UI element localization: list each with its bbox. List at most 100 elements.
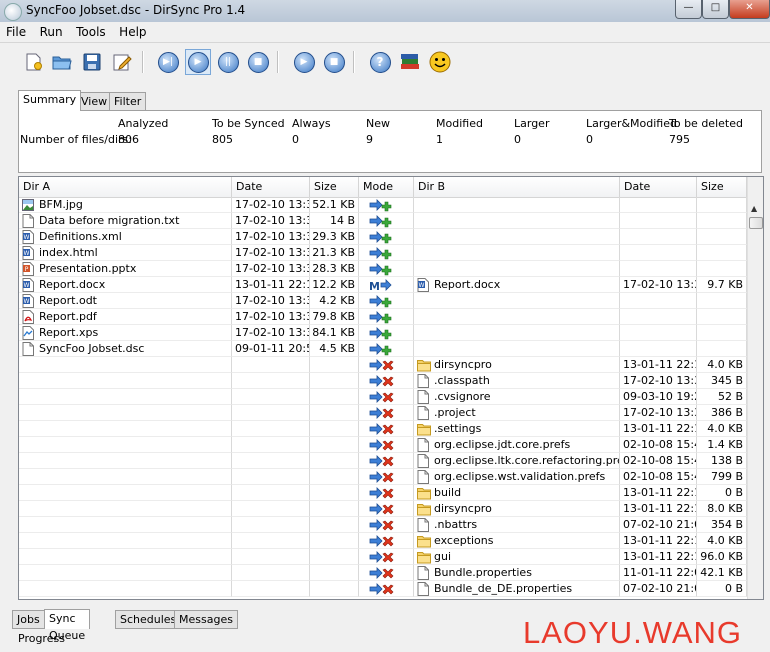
mode-cell[interactable] bbox=[359, 213, 414, 229]
mode-cell[interactable] bbox=[359, 549, 414, 565]
word-document-icon: W bbox=[22, 294, 34, 308]
table-row[interactable]: org.eclipse.jdt.core.prefs 02-10-08 15:48… bbox=[19, 437, 747, 453]
vertical-scrollbar[interactable]: ▲ bbox=[747, 177, 763, 599]
table-row[interactable]: W Definitions.xml 17-02-10 13:3129.3 KB bbox=[19, 229, 747, 245]
column-size-a[interactable]: Size bbox=[310, 177, 359, 197]
mode-cell[interactable] bbox=[359, 325, 414, 341]
mode-cell[interactable] bbox=[359, 501, 414, 517]
file-name: Data before migration.txt bbox=[39, 214, 180, 227]
minimize-button[interactable]: — bbox=[675, 0, 702, 19]
table-row[interactable]: dirsyncpro 13-01-11 22:128.0 KB bbox=[19, 501, 747, 517]
table-row[interactable]: .nbattrs 07-02-10 21:07354 B bbox=[19, 517, 747, 533]
table-row[interactable]: W Report.odt 17-02-10 13:314.2 KB bbox=[19, 293, 747, 309]
scroll-up-icon[interactable]: ▲ bbox=[751, 204, 757, 213]
tab-schedules[interactable]: Schedules bbox=[115, 610, 182, 629]
summary-header: Analyzed bbox=[118, 117, 169, 130]
folder-icon bbox=[417, 502, 431, 516]
size-a-cell: 79.8 KB bbox=[310, 309, 359, 325]
mode-cell[interactable] bbox=[359, 485, 414, 501]
new-jobset-button[interactable] bbox=[21, 50, 45, 74]
size-a-cell bbox=[310, 501, 359, 517]
table-row[interactable]: Data before migration.txt 17-02-10 13:311… bbox=[19, 213, 747, 229]
mode-cell[interactable] bbox=[359, 421, 414, 437]
date-a-cell: 17-02-10 13:31 bbox=[232, 229, 310, 245]
mode-cell[interactable] bbox=[359, 453, 414, 469]
analyze-job-button[interactable]: ▶ bbox=[292, 50, 316, 74]
maximize-button[interactable]: □ bbox=[702, 0, 729, 19]
mode-cell[interactable] bbox=[359, 197, 414, 213]
mode-cell[interactable] bbox=[359, 229, 414, 245]
table-row[interactable]: Report.pdf 17-02-10 13:3179.8 KB bbox=[19, 309, 747, 325]
mode-cell[interactable] bbox=[359, 517, 414, 533]
tab-sync-queue[interactable]: Sync Queue bbox=[44, 609, 91, 642]
column-date-a[interactable]: Date bbox=[232, 177, 310, 197]
mode-cell[interactable] bbox=[359, 405, 414, 421]
menu-run[interactable]: Run bbox=[34, 22, 67, 39]
menu-help[interactable]: Help bbox=[113, 22, 150, 39]
help-button[interactable]: ? bbox=[368, 50, 392, 74]
open-button[interactable] bbox=[50, 50, 74, 74]
table-row[interactable]: P Presentation.pptx 17-02-10 13:3128.3 KB bbox=[19, 261, 747, 277]
mode-cell[interactable] bbox=[359, 533, 414, 549]
pause-button[interactable]: || bbox=[216, 50, 240, 74]
mode-cell[interactable] bbox=[359, 309, 414, 325]
table-row[interactable]: BFM.jpg 17-02-10 13:3152.1 KB bbox=[19, 197, 747, 213]
table-row[interactable]: .cvsignore 09-03-10 19:2152 B bbox=[19, 389, 747, 405]
column-dir-b[interactable]: Dir B bbox=[414, 177, 620, 197]
stop-button[interactable]: ■ bbox=[246, 50, 270, 74]
tab-messages[interactable]: Messages bbox=[174, 610, 238, 629]
dir-a-cell: Data before migration.txt bbox=[19, 213, 232, 229]
analyze-button[interactable]: ▶| bbox=[156, 50, 180, 74]
table-row[interactable]: org.eclipse.ltk.core.refactoring.prefs 02… bbox=[19, 453, 747, 469]
edit-button[interactable] bbox=[110, 50, 134, 74]
table-row[interactable]: Windex.html17-02-10 13:3121.3 KB bbox=[19, 245, 747, 261]
table-row[interactable]: Bundle.properties 11-01-11 22:0842.1 KB bbox=[19, 565, 747, 581]
mode-cell[interactable] bbox=[359, 341, 414, 357]
column-size-b[interactable]: Size bbox=[697, 177, 747, 197]
manual-button[interactable] bbox=[398, 50, 422, 74]
mode-cell[interactable] bbox=[359, 389, 414, 405]
mode-cell[interactable] bbox=[359, 581, 414, 597]
table-row[interactable]: build 13-01-11 22:120 B bbox=[19, 485, 747, 501]
menu-file[interactable]: File bbox=[0, 22, 30, 39]
scroll-thumb[interactable] bbox=[749, 217, 763, 229]
folder-icon bbox=[417, 358, 431, 372]
table-row[interactable]: Report.xps 17-02-10 13:3184.1 KB bbox=[19, 325, 747, 341]
tab-filter[interactable]: Filter bbox=[109, 92, 147, 110]
mode-cell[interactable] bbox=[359, 261, 414, 277]
mode-cell[interactable] bbox=[359, 565, 414, 581]
mode-cell[interactable] bbox=[359, 293, 414, 309]
mode-cell[interactable]: M bbox=[359, 277, 414, 293]
column-dir-a[interactable]: Dir A bbox=[19, 177, 232, 197]
column-mode[interactable]: Mode bbox=[359, 177, 414, 197]
sync-button[interactable]: ▶ bbox=[185, 49, 211, 75]
column-date-b[interactable]: Date bbox=[620, 177, 697, 197]
menu-tools[interactable]: Tools bbox=[70, 22, 110, 39]
table-row[interactable]: exceptions 13-01-11 22:124.0 KB bbox=[19, 533, 747, 549]
stop-job-button[interactable]: ■ bbox=[322, 50, 346, 74]
mode-cell[interactable] bbox=[359, 357, 414, 373]
mode-cell[interactable] bbox=[359, 469, 414, 485]
mode-cell[interactable] bbox=[359, 437, 414, 453]
tab-summary[interactable]: Summary bbox=[18, 90, 82, 111]
tab-view[interactable]: View bbox=[76, 92, 113, 110]
mode-cell[interactable] bbox=[359, 373, 414, 389]
table-row[interactable]: org.eclipse.wst.validation.prefs 02-10-08… bbox=[19, 469, 747, 485]
table-row[interactable]: gui 13-01-11 22:1296.0 KB bbox=[19, 549, 747, 565]
table-row[interactable]: .settings 13-01-11 22:124.0 KB bbox=[19, 421, 747, 437]
table-row[interactable]: .classpath 17-02-10 13:31345 B bbox=[19, 373, 747, 389]
table-row[interactable]: .project 17-02-10 13:31386 B bbox=[19, 405, 747, 421]
table-row[interactable]: SyncFoo Jobset.dsc 09-01-11 20:514.5 KB bbox=[19, 341, 747, 357]
mode-cell[interactable] bbox=[359, 245, 414, 261]
date-b-cell: 09-03-10 19:21 bbox=[620, 389, 697, 405]
date-b-cell bbox=[620, 325, 697, 341]
save-button[interactable] bbox=[80, 50, 104, 74]
table-row[interactable]: W Report.docx 13-01-11 22:1512.2 KB M W Repor… bbox=[19, 277, 747, 293]
about-button[interactable] bbox=[428, 50, 452, 74]
tab-jobs[interactable]: Jobs bbox=[12, 610, 45, 629]
dir-a-cell: P Presentation.pptx bbox=[19, 261, 232, 277]
table-row[interactable]: Bundle_de_DE.properties 07-02-10 21:070 B bbox=[19, 581, 747, 597]
table-row[interactable]: dirsyncpro 13-01-11 22:124.0 KB bbox=[19, 357, 747, 373]
size-b-cell bbox=[697, 325, 747, 341]
close-button[interactable]: ✕ bbox=[729, 0, 770, 19]
